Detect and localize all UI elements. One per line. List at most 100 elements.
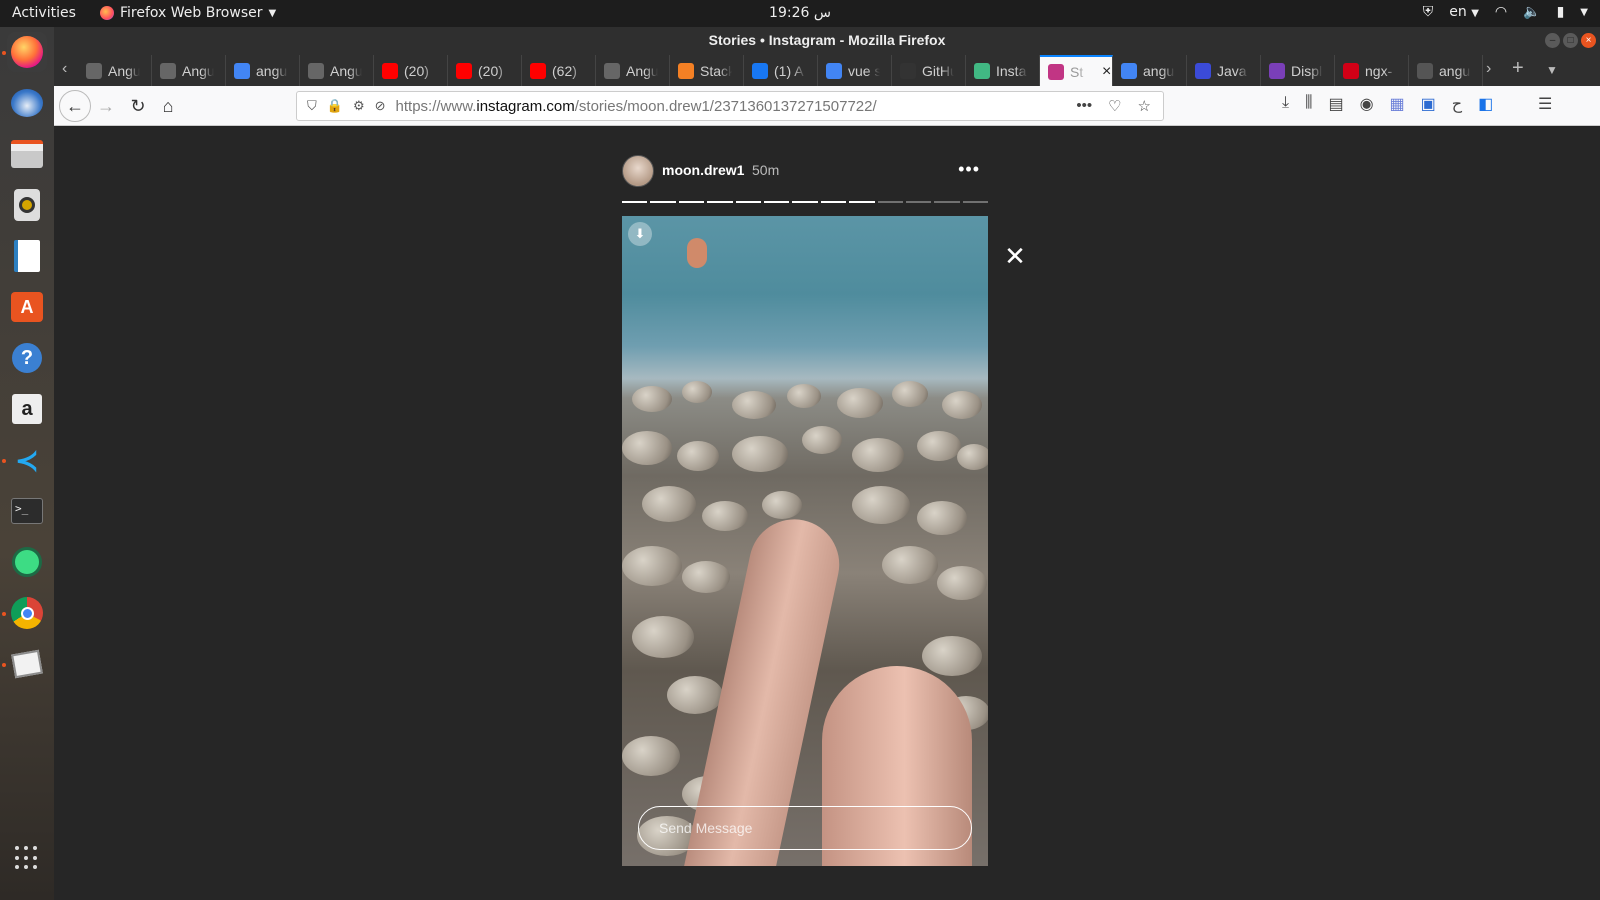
extension-translator-icon[interactable]: ◧ [1478, 94, 1493, 114]
terminal-icon[interactable]: >_ [7, 491, 47, 531]
tracking-protection-icon[interactable]: ⛉ [307, 98, 317, 114]
close-tab-icon[interactable]: × [1102, 63, 1111, 81]
tab[interactable]: Java [1187, 55, 1261, 86]
extension-translate-icon[interactable]: ▦ [1390, 94, 1405, 114]
youtube-icon [456, 62, 472, 79]
tab-scroll-left-icon[interactable]: ‹ [62, 60, 67, 78]
url-path: /stories/moon.drew1/2371360137271507722/ [574, 97, 877, 115]
thunderbird-icon[interactable] [7, 83, 47, 123]
tab[interactable]: (20) [374, 55, 448, 86]
ngx-icon [1343, 62, 1359, 79]
list-all-tabs-icon[interactable]: ▼ [1546, 63, 1558, 77]
firefox-window: Stories • Instagram - Mozilla Firefox – … [54, 27, 1600, 900]
system-menu-chevron-icon[interactable]: ▼ [1580, 7, 1588, 18]
progress-segment [905, 201, 932, 203]
tab-active[interactable]: St × [1040, 55, 1113, 86]
tab[interactable]: angular [226, 55, 300, 86]
new-tab-button[interactable]: + [1512, 57, 1524, 80]
tab[interactable]: Angular [596, 55, 670, 86]
angular-image-icon [604, 62, 620, 79]
amazon-icon[interactable]: a [7, 389, 47, 429]
wifi-icon[interactable]: ◠ [1495, 4, 1507, 20]
progress-segment [735, 201, 761, 203]
maximize-button[interactable]: □ [1563, 33, 1578, 48]
hamburger-menu-icon[interactable]: ☰ [1538, 94, 1552, 114]
pebble [942, 391, 982, 419]
tab-label: St [1070, 63, 1084, 80]
tab[interactable]: Insta [966, 55, 1040, 86]
angular-image-icon [308, 62, 324, 79]
tab[interactable]: Angular [78, 55, 152, 86]
reload-button[interactable]: ↻ [124, 92, 152, 120]
tab[interactable]: vue s [818, 55, 892, 86]
angular-image-icon [86, 62, 102, 79]
writer-icon[interactable] [7, 236, 47, 276]
back-button[interactable]: ← [59, 90, 91, 122]
story-username[interactable]: moon.drew1 [662, 162, 744, 178]
story-header: moon.drew1 50m ••• [622, 155, 988, 189]
permissions-icon[interactable]: ⚙ [353, 98, 365, 114]
running-indicator [2, 612, 6, 616]
files-icon[interactable] [7, 134, 47, 174]
close-story-icon[interactable]: ✕ [1002, 243, 1028, 269]
tab-scroll-right-icon[interactable]: › [1486, 60, 1491, 78]
minimize-button[interactable]: – [1545, 33, 1560, 48]
tab[interactable]: angu [1409, 55, 1483, 86]
home-button[interactable]: ⌂ [154, 92, 182, 120]
page-actions-icon[interactable]: ••• [1076, 97, 1092, 115]
shield-icon[interactable]: ⛨ [1423, 4, 1434, 20]
tab[interactable]: Stack [670, 55, 744, 86]
tab[interactable]: (20) [448, 55, 522, 86]
volume-icon[interactable]: 🔈 [1523, 4, 1540, 20]
image-viewer-icon[interactable] [7, 644, 47, 684]
tab[interactable]: (62) [522, 55, 596, 86]
close-window-button[interactable]: × [1581, 33, 1596, 48]
downloads-icon[interactable]: ⤓ [1282, 94, 1289, 114]
forward-button[interactable]: → [92, 92, 120, 120]
show-applications-icon[interactable] [15, 846, 39, 870]
tab[interactable]: Displ [1261, 55, 1335, 86]
sidebar-icon[interactable]: ▤ [1328, 94, 1343, 114]
tab-label: angu [1439, 62, 1471, 79]
vscode-icon[interactable]: ≺ [7, 440, 47, 480]
tab-strip: ‹ Angular Angular angular Angular (20) (20) (6… [54, 55, 1600, 86]
avatar[interactable] [622, 155, 654, 187]
tab[interactable]: Angular [152, 55, 226, 86]
language-indicator[interactable]: en ▼ [1449, 4, 1479, 20]
autoplay-blocked-icon[interactable]: ⊘ [375, 98, 386, 114]
url-bar[interactable]: ⛉ 🔒 ⚙ ⊘ https://www.instagram.com/storie… [296, 91, 1164, 121]
tab[interactable]: Angular [300, 55, 374, 86]
tab[interactable]: ngx- [1335, 55, 1409, 86]
chrome-icon[interactable] [7, 593, 47, 633]
extension-screenshot-icon[interactable]: ▣ [1421, 94, 1436, 114]
extension-arabic-icon[interactable]: ح [1452, 94, 1462, 114]
pebble [837, 388, 883, 418]
tab-label: ngx- [1365, 62, 1393, 79]
pocket-icon[interactable]: ♡ [1108, 97, 1121, 115]
software-center-icon[interactable]: A [7, 287, 47, 327]
story-media[interactable]: ⬇ [622, 216, 988, 866]
tab[interactable]: angu [1113, 55, 1187, 86]
help-icon[interactable]: ? [7, 338, 47, 378]
library-icon[interactable]: ⫼ [1305, 94, 1312, 114]
more-options-icon[interactable]: ••• [958, 159, 980, 180]
rhythmbox-icon[interactable] [7, 185, 47, 225]
progress-segment [820, 201, 847, 203]
system-tray[interactable]: ⛨ en ▼ ◠ 🔈 ▮ ▼ [1423, 4, 1588, 20]
battery-icon[interactable]: ▮ [1557, 4, 1565, 20]
tab[interactable]: (1) A [744, 55, 818, 86]
url-text[interactable]: https://www.instagram.com/stories/moon.d… [396, 98, 1077, 115]
bookmark-star-icon[interactable]: ☆ [1138, 97, 1151, 115]
clock[interactable]: 19:26 س [0, 5, 1600, 21]
pebble [632, 616, 694, 658]
tab-label: (62) [552, 62, 577, 79]
download-icon[interactable]: ⬇ [628, 222, 652, 246]
send-message-input[interactable] [638, 806, 972, 850]
lock-icon[interactable]: 🔒 [327, 98, 343, 114]
account-icon[interactable]: ◉ [1360, 94, 1374, 114]
firefox-dock-icon[interactable] [7, 32, 47, 72]
url-domain: instagram.com [476, 97, 575, 115]
android-studio-icon[interactable] [7, 542, 47, 582]
tab[interactable]: GitHub [892, 55, 966, 86]
pebble [762, 491, 802, 519]
